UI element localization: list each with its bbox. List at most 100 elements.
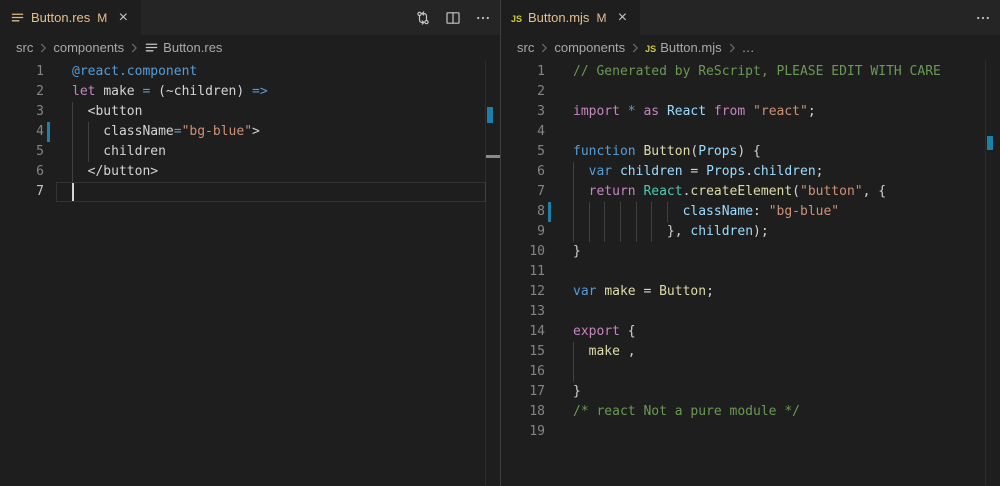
code-line[interactable]: 5function Button(Props) {: [501, 142, 1000, 162]
indent-guide: [72, 102, 73, 122]
code-line[interactable]: 15 make ,: [501, 342, 1000, 362]
code-line[interactable]: 6 var children = Props.children;: [501, 162, 1000, 182]
tab-label: Button.mjs: [528, 10, 589, 25]
code-line[interactable]: 1@react.component: [0, 62, 500, 82]
breadcrumb-item[interactable]: components: [554, 40, 625, 55]
chevron-right-icon: [36, 41, 50, 55]
breadcrumb-item[interactable]: …: [742, 40, 755, 55]
code-line[interactable]: 13: [501, 302, 1000, 322]
breadcrumb: src components Button.res: [0, 35, 500, 60]
gutter[interactable]: [545, 262, 573, 282]
code-line[interactable]: 7 return React.createElement("button", {: [501, 182, 1000, 202]
code-line[interactable]: 12var make = Button;: [501, 282, 1000, 302]
overview-ruler[interactable]: [485, 60, 500, 486]
code-text: className="bg-blue">: [72, 122, 500, 142]
close-icon[interactable]: ×: [614, 10, 630, 26]
gutter[interactable]: [545, 302, 573, 322]
chevron-right-icon: [127, 41, 141, 55]
gutter[interactable]: [545, 182, 573, 202]
code-line[interactable]: 8 className: "bg-blue": [501, 202, 1000, 222]
more-actions-icon[interactable]: [474, 9, 492, 27]
gutter[interactable]: [44, 62, 72, 82]
gutter[interactable]: [545, 362, 573, 382]
gutter[interactable]: [44, 162, 72, 182]
gutter[interactable]: [545, 382, 573, 402]
tab-button-mjs[interactable]: JS Button.mjs M ×: [501, 0, 640, 35]
gutter[interactable]: [545, 242, 573, 262]
gutter[interactable]: [545, 202, 573, 222]
code-line[interactable]: 14export {: [501, 322, 1000, 342]
breadcrumb-item[interactable]: Button.res: [163, 40, 222, 55]
indent-guide: [573, 182, 574, 202]
gutter[interactable]: [44, 102, 72, 122]
code-line[interactable]: 16: [501, 362, 1000, 382]
gutter[interactable]: [545, 422, 573, 442]
code-line[interactable]: 5 children: [0, 142, 500, 162]
gutter[interactable]: [44, 122, 72, 142]
code-line[interactable]: 3import * as React from "react";: [501, 102, 1000, 122]
indent-guide: [589, 202, 590, 222]
gutter[interactable]: [545, 162, 573, 182]
indent-guide: [604, 222, 605, 242]
gutter[interactable]: [545, 62, 573, 82]
pane-divider[interactable]: [500, 0, 501, 486]
gutter[interactable]: [545, 342, 573, 362]
indent-guide: [72, 162, 73, 182]
indent-guide: [573, 342, 574, 362]
line-number: 5: [0, 142, 44, 162]
code-text: // Generated by ReScript, PLEASE EDIT WI…: [573, 62, 1000, 82]
editor-right[interactable]: 1// Generated by ReScript, PLEASE EDIT W…: [501, 60, 1000, 486]
code-line[interactable]: 11: [501, 262, 1000, 282]
code-line[interactable]: 2let make = (~children) =>: [0, 82, 500, 102]
code-text: let make = (~children) =>: [72, 82, 500, 102]
gutter[interactable]: [545, 282, 573, 302]
code-line[interactable]: 7: [0, 182, 500, 202]
gutter[interactable]: [545, 102, 573, 122]
gutter[interactable]: [44, 82, 72, 102]
code-line[interactable]: 19: [501, 422, 1000, 442]
code-line[interactable]: 18/* react Not a pure module */: [501, 402, 1000, 422]
breadcrumb-item[interactable]: src: [517, 40, 534, 55]
gutter[interactable]: [545, 122, 573, 142]
code-text: var children = Props.children;: [573, 162, 1000, 182]
indent-guide: [573, 222, 574, 242]
code-line[interactable]: 6 </button>: [0, 162, 500, 182]
gutter[interactable]: [545, 142, 573, 162]
gutter-modified-indicator: [47, 122, 50, 142]
code-line[interactable]: 10}: [501, 242, 1000, 262]
code-line[interactable]: 4 className="bg-blue">: [0, 122, 500, 142]
code-line[interactable]: 2: [501, 82, 1000, 102]
line-number: 18: [501, 402, 545, 422]
gutter[interactable]: [545, 402, 573, 422]
gutter[interactable]: [44, 142, 72, 162]
tab-button-res[interactable]: Button.res M ×: [0, 0, 141, 35]
gutter[interactable]: [545, 222, 573, 242]
chevron-right-icon: [628, 41, 642, 55]
git-modified-badge: M: [97, 11, 107, 25]
editor-left[interactable]: 1@react.component2let make = (~children)…: [0, 60, 500, 486]
code-line[interactable]: 17}: [501, 382, 1000, 402]
breadcrumb-item[interactable]: components: [53, 40, 124, 55]
code-line[interactable]: 9 }, children);: [501, 222, 1000, 242]
line-number: 4: [501, 122, 545, 142]
indent-guide: [88, 142, 89, 162]
more-actions-icon: [975, 10, 991, 26]
split-editor-icon[interactable]: [444, 9, 462, 27]
more-actions-icon[interactable]: [974, 9, 992, 27]
code-text: @react.component: [72, 62, 500, 82]
ruler-modified-marker: [987, 136, 993, 150]
code-line[interactable]: 3 <button: [0, 102, 500, 122]
gutter[interactable]: [44, 182, 72, 202]
close-icon[interactable]: ×: [115, 10, 131, 26]
code-line[interactable]: 1// Generated by ReScript, PLEASE EDIT W…: [501, 62, 1000, 82]
gutter[interactable]: [545, 82, 573, 102]
breadcrumb-item[interactable]: Button.mjs: [660, 40, 721, 55]
list-icon: [144, 40, 159, 55]
overview-ruler[interactable]: [985, 60, 1000, 486]
indent-guide: [88, 122, 89, 142]
code-line[interactable]: 4: [501, 122, 1000, 142]
open-changes-icon[interactable]: [414, 9, 432, 27]
gutter[interactable]: [545, 322, 573, 342]
code-text: import * as React from "react";: [573, 102, 1000, 122]
breadcrumb-item[interactable]: src: [16, 40, 33, 55]
